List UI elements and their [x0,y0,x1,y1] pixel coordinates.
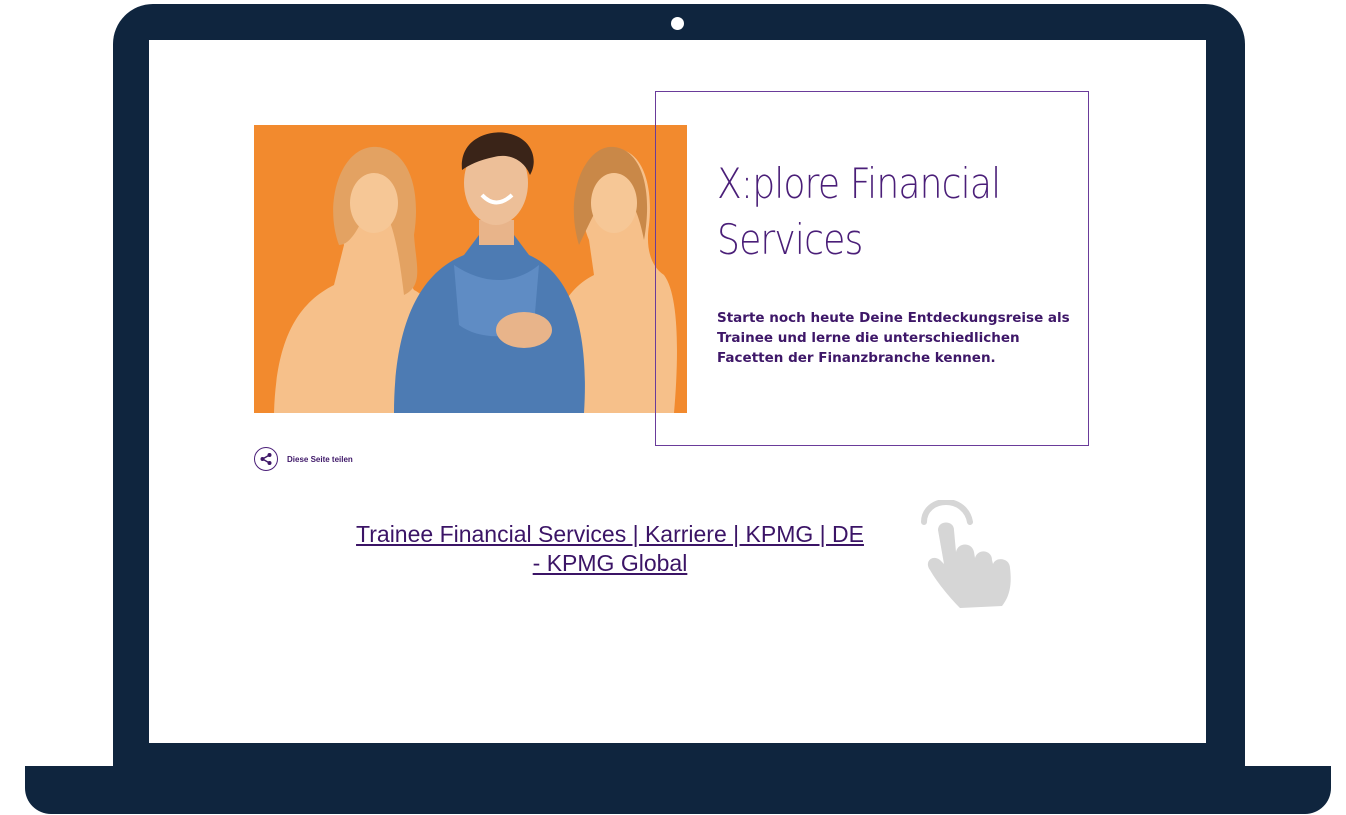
share-label[interactable]: Diese Seite teilen [287,455,353,464]
hero-title-line-2: Services [717,215,863,264]
share-icon[interactable] [254,447,278,471]
camera-dot [671,17,684,30]
share-page-button[interactable]: Diese Seite teilen [254,447,353,471]
hero-frame [655,91,1089,446]
hero-description-line-3: Facetten der Finanzbranche kennen. [717,350,996,366]
hand-pointer-icon [918,498,1022,617]
laptop-base [25,766,1331,814]
hero-title: X:plore Financial Services [717,156,1009,268]
laptop-screen: X:plore Financial Services Starte noch h… [149,40,1206,743]
hero-description-line-2: Trainee und lerne die unterschiedlichen [717,330,1020,346]
hero-description: Starte noch heute Deine Entdeckungsreise… [717,308,1087,368]
hero-title-line-1: X:plore Financial [717,159,1001,208]
page-title-link-line-1[interactable]: Trainee Financial Services | Karriere | … [310,520,910,549]
page-title-link[interactable]: Trainee Financial Services | Karriere | … [310,520,910,578]
page-title-link-line-2[interactable]: - KPMG Global [310,549,910,578]
hero-image [254,125,687,413]
hero-description-line-1: Starte noch heute Deine Entdeckungsreise… [717,310,1070,326]
